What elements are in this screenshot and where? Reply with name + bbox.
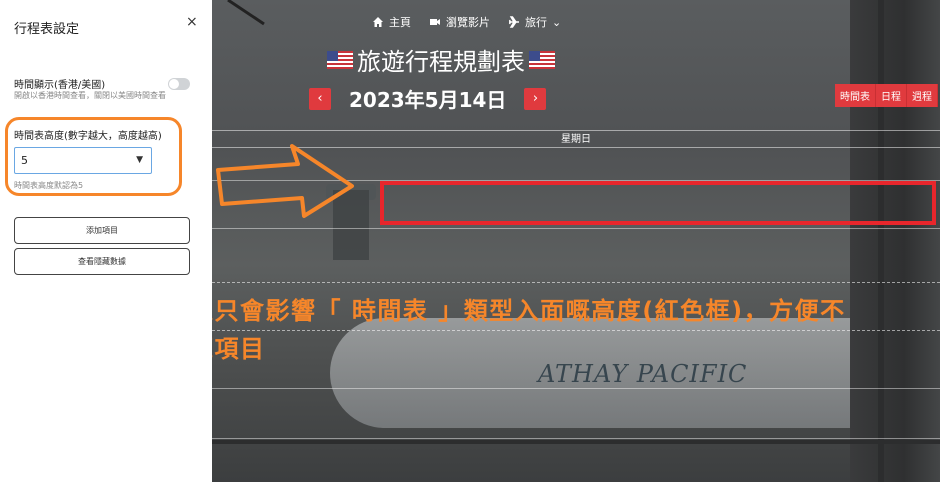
window-diagonal-beam xyxy=(227,0,265,26)
nav-travel-label: 旅行 xyxy=(525,16,547,29)
chevron-down-icon: ⌄ xyxy=(552,15,562,29)
date-navigator: ‹ 2023年5月14日 › xyxy=(309,84,547,113)
next-day-button[interactable]: › xyxy=(524,87,547,110)
time-display-toggle[interactable] xyxy=(168,78,190,90)
close-icon[interactable]: × xyxy=(186,14,198,30)
time-display-label: 時間顯示(香港/美國) xyxy=(14,80,106,91)
toggle-knob xyxy=(169,79,179,89)
home-icon xyxy=(373,17,383,27)
add-item-button[interactable]: 添加項目 xyxy=(14,217,190,244)
timetable-height-highlight-box xyxy=(380,181,936,225)
timetable-height-select[interactable]: 5 ▼ xyxy=(14,147,152,174)
previous-day-button[interactable]: ‹ xyxy=(309,87,331,110)
view-tabs: 時間表 日程 週程 xyxy=(835,84,938,107)
timetable-row-divider xyxy=(212,388,940,389)
timetable-height-help: 時間表高度默認為5 xyxy=(14,181,84,190)
tab-daily[interactable]: 日程 xyxy=(876,84,907,107)
nav-videos-label: 瀏覽影片 xyxy=(446,16,490,29)
settings-sidebar: 行程表設定 × 時間顯示(香港/美國) 開啟以香港時間查看，關閉以美國時間查看 … xyxy=(0,0,212,482)
us-flag-icon xyxy=(529,50,555,69)
nav-home[interactable]: 主頁 xyxy=(372,14,411,30)
annotation-arrow xyxy=(216,144,354,218)
caret-down-icon: ▼ xyxy=(136,155,143,165)
nav-home-label: 主頁 xyxy=(389,16,411,29)
nav-travel-dropdown[interactable]: 旅行 ⌄ xyxy=(508,14,561,30)
page-title-text: 旅遊行程規劃表 xyxy=(357,48,525,76)
window-mullion xyxy=(212,440,940,444)
window-frame xyxy=(850,0,940,482)
timetable-row-divider xyxy=(212,438,940,439)
current-date: 2023年5月14日 xyxy=(349,88,507,112)
plane-icon xyxy=(508,16,519,28)
tab-weekly[interactable]: 週程 xyxy=(907,84,938,107)
page-title: 旅遊行程規劃表 xyxy=(327,42,612,77)
timetable-row-divider xyxy=(212,228,940,229)
us-flag-icon xyxy=(327,50,353,69)
window-mullion xyxy=(878,0,884,482)
timetable-height-value: 5 xyxy=(21,154,28,167)
tab-timetable[interactable]: 時間表 xyxy=(835,84,876,107)
video-icon xyxy=(430,19,440,25)
timetable-row-divider xyxy=(212,282,940,283)
time-display-help: 開啟以香港時間查看，關閉以美國時間查看 xyxy=(14,91,166,100)
nav-videos[interactable]: 瀏覽影片 xyxy=(429,14,490,30)
sidebar-title: 行程表設定 xyxy=(14,22,80,37)
timetable-height-label: 時間表高度(數字越大，高度越高) xyxy=(14,131,162,142)
view-hidden-data-button[interactable]: 查看隱藏數據 xyxy=(14,248,190,275)
top-navigation: 主頁 瀏覽影片 旅行 ⌄ xyxy=(372,14,561,30)
